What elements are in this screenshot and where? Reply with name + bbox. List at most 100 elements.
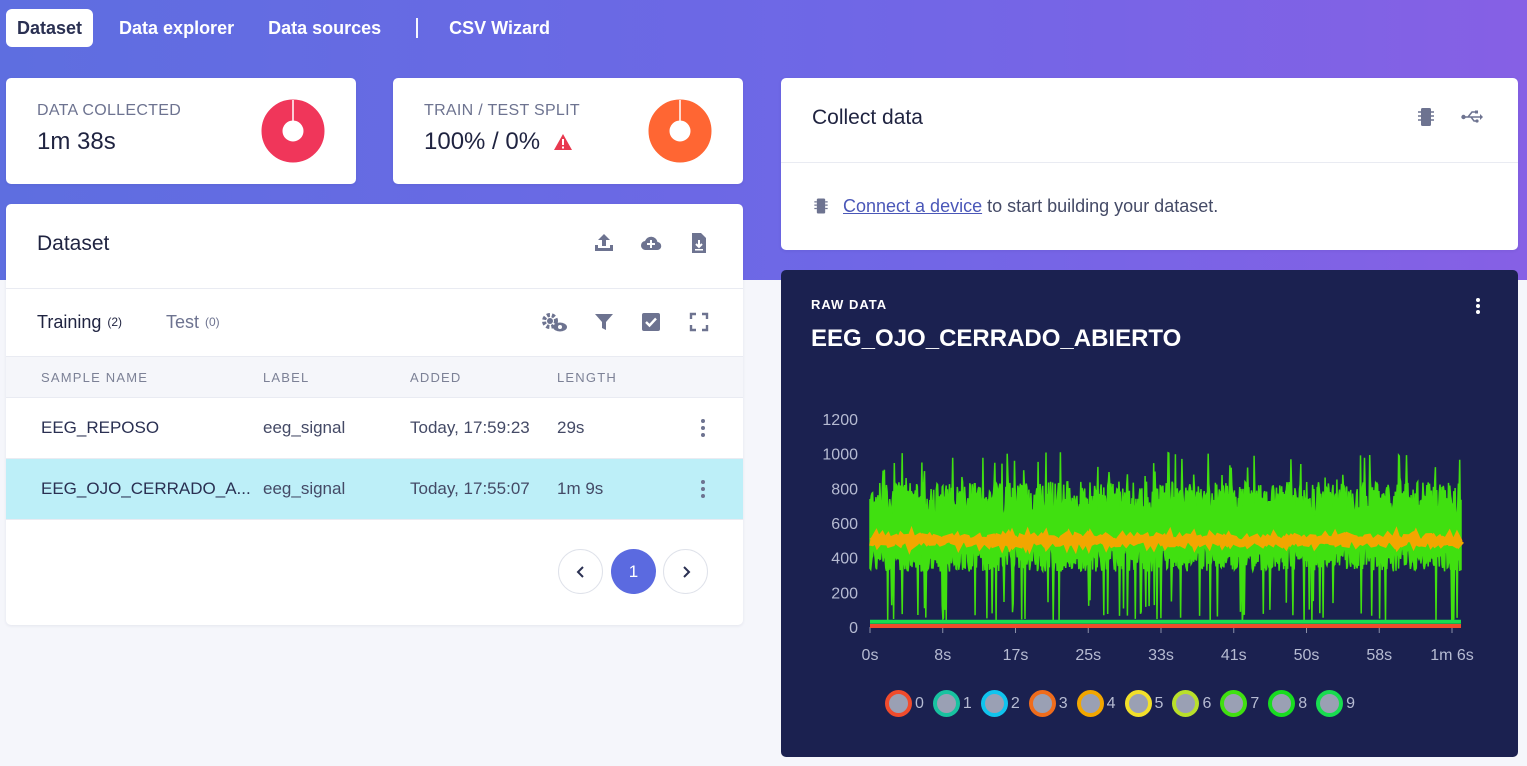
legend-item-4[interactable]: 4 bbox=[1076, 690, 1116, 717]
y-tick-label: 800 bbox=[831, 481, 858, 498]
column-header-length[interactable]: LENGTH bbox=[557, 370, 617, 385]
legend-item-8[interactable]: 8 bbox=[1268, 690, 1307, 717]
filter-icon[interactable] bbox=[592, 310, 616, 334]
column-header-added[interactable]: ADDED bbox=[410, 370, 462, 385]
top-nav: Dataset Data explorer Data sources CSV W… bbox=[6, 9, 567, 47]
upload-icon[interactable] bbox=[592, 231, 616, 255]
legend-swatch bbox=[1268, 690, 1296, 717]
pagination-page-button[interactable]: 1 bbox=[611, 549, 656, 594]
x-tick-label: 8s bbox=[934, 647, 951, 660]
legend-swatch bbox=[1124, 690, 1152, 717]
train-test-split-value: 100% / 0% bbox=[424, 128, 573, 156]
legend-item-0[interactable]: 0 bbox=[885, 690, 924, 717]
train-test-split-donut-chart bbox=[648, 99, 712, 163]
length-cell: 1m 9s bbox=[557, 479, 604, 498]
legend-swatch bbox=[980, 690, 1008, 717]
x-tick-label: 17s bbox=[1003, 647, 1029, 660]
table-row-selected[interactable]: EEG_OJO_CERRADO_A... eeg_signal Today, 1… bbox=[6, 459, 743, 520]
x-tick-label: 1m 6s bbox=[1430, 647, 1474, 660]
tab-training-label: Training bbox=[37, 312, 102, 332]
chart-legend: 0 1 2 3 4 5 6 7 8 9 bbox=[885, 690, 1364, 717]
table-header: SAMPLE NAME LABEL ADDED LENGTH bbox=[6, 356, 743, 398]
y-tick-label: 1200 bbox=[822, 412, 858, 429]
sample-name-cell: EEG_OJO_CERRADO_A... bbox=[41, 479, 251, 498]
legend-label: 8 bbox=[1298, 694, 1308, 712]
legend-item-2[interactable]: 2 bbox=[980, 690, 1020, 717]
legend-label: 2 bbox=[1010, 694, 1020, 712]
data-collected-value-text: 1m 38s bbox=[37, 128, 116, 155]
collect-data-title: Collect data bbox=[812, 106, 923, 129]
nav-tab-csv-wizard[interactable]: CSV Wizard bbox=[432, 9, 567, 47]
legend-label: 4 bbox=[1106, 694, 1116, 712]
series-4-line bbox=[869, 525, 1464, 555]
nav-tab-data-explorer[interactable]: Data explorer bbox=[102, 9, 251, 47]
column-header-label[interactable]: LABEL bbox=[263, 370, 309, 385]
legend-swatch bbox=[932, 690, 960, 717]
y-tick-label: 200 bbox=[831, 585, 858, 602]
fullscreen-icon[interactable] bbox=[687, 310, 711, 334]
train-test-split-value-text: 100% / 0% bbox=[424, 128, 541, 155]
raw-data-title: EEG_OJO_CERRADO_ABIERTO bbox=[811, 325, 1182, 352]
legend-swatch bbox=[1076, 690, 1104, 717]
device-icon[interactable] bbox=[1414, 105, 1438, 129]
collect-data-divider bbox=[781, 162, 1518, 163]
settings-view-icon[interactable] bbox=[540, 310, 570, 334]
legend-swatch bbox=[1028, 690, 1056, 717]
data-collected-card: DATA COLLECTED 1m 38s bbox=[6, 78, 356, 184]
raw-data-chart: 1200 1000 800 600 400 200 0 0s 8s 17s 25s 33s 41s 50s… bbox=[822, 412, 1474, 660]
column-header-sample-name[interactable]: SAMPLE NAME bbox=[41, 370, 148, 385]
sample-name-cell: EEG_REPOSO bbox=[41, 418, 160, 437]
legend-item-3[interactable]: 3 bbox=[1028, 690, 1068, 717]
x-tick-label: 0s bbox=[862, 647, 879, 660]
tab-test[interactable]: Test (0) bbox=[166, 312, 220, 333]
raw-data-label: RAW DATA bbox=[811, 297, 888, 312]
tab-training[interactable]: Training (2) bbox=[37, 312, 122, 333]
x-tick-label: 25s bbox=[1075, 647, 1101, 660]
connect-device-link[interactable]: Connect a device bbox=[843, 196, 982, 216]
row-menu-icon[interactable] bbox=[699, 418, 707, 438]
y-tick-label: 0 bbox=[849, 620, 858, 637]
x-tick-label: 41s bbox=[1221, 647, 1247, 660]
added-cell: Today, 17:59:23 bbox=[410, 418, 530, 437]
warning-icon bbox=[554, 134, 573, 150]
download-file-icon[interactable] bbox=[687, 231, 711, 255]
table-row[interactable]: EEG_REPOSO eeg_signal Today, 17:59:23 29… bbox=[6, 398, 743, 459]
raw-data-menu-icon[interactable] bbox=[1474, 297, 1482, 315]
dataset-header-divider bbox=[6, 288, 743, 289]
tab-training-count: (2) bbox=[107, 315, 123, 329]
legend-label: 3 bbox=[1058, 694, 1068, 712]
legend-item-1[interactable]: 1 bbox=[932, 690, 972, 717]
legend-swatch bbox=[885, 690, 912, 717]
legend-label: 9 bbox=[1346, 694, 1356, 712]
pagination-next-button[interactable] bbox=[663, 549, 708, 594]
chevron-left-icon bbox=[576, 565, 584, 578]
label-cell: eeg_signal bbox=[263, 479, 346, 498]
select-checkbox-icon[interactable] bbox=[639, 310, 663, 334]
label-cell: eeg_signal bbox=[263, 418, 346, 437]
pagination-prev-button[interactable] bbox=[558, 549, 603, 594]
legend-item-7[interactable]: 7 bbox=[1220, 690, 1259, 717]
row-menu-icon[interactable] bbox=[699, 479, 707, 499]
usb-icon[interactable] bbox=[1460, 105, 1484, 129]
nav-tab-dataset[interactable]: Dataset bbox=[6, 9, 94, 47]
data-collected-label: DATA COLLECTED bbox=[37, 102, 182, 119]
train-test-split-card: TRAIN / TEST SPLIT 100% / 0% bbox=[393, 78, 743, 184]
legend-item-6[interactable]: 6 bbox=[1172, 690, 1211, 717]
length-cell: 29s bbox=[557, 418, 585, 437]
chevron-right-icon bbox=[682, 565, 690, 578]
nav-separator bbox=[416, 18, 419, 38]
collect-data-message-text: to start building your dataset. bbox=[982, 196, 1219, 216]
dataset-title: Dataset bbox=[37, 232, 110, 255]
legend-item-5[interactable]: 5 bbox=[1124, 690, 1163, 717]
cloud-add-icon[interactable] bbox=[639, 231, 663, 255]
legend-label: 0 bbox=[915, 694, 924, 712]
legend-label: 7 bbox=[1250, 694, 1260, 712]
x-tick-label: 33s bbox=[1148, 647, 1174, 660]
data-collected-donut-chart bbox=[261, 99, 325, 163]
nav-tab-data-sources[interactable]: Data sources bbox=[251, 9, 398, 47]
legend-item-9[interactable]: 9 bbox=[1316, 690, 1355, 717]
collect-data-card: Collect data Connect a device to start b… bbox=[781, 78, 1518, 250]
y-tick-label: 1000 bbox=[822, 447, 858, 464]
train-test-split-label: TRAIN / TEST SPLIT bbox=[424, 102, 580, 119]
raw-data-card: RAW DATA EEG_OJO_CERRADO_ABIERTO 1200 100… bbox=[781, 270, 1518, 757]
